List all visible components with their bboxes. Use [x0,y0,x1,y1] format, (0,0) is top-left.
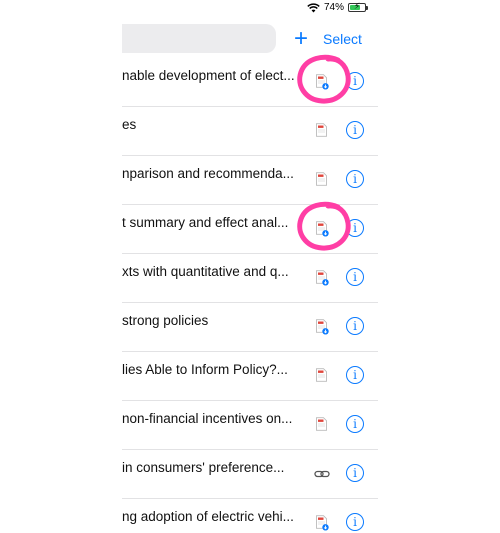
list-item[interactable]: non-financial incentives on... i [122,401,378,450]
pdf-cloud-download-icon [316,270,329,286]
info-button[interactable]: i [346,415,364,433]
pdf-cloud-download-icon [316,74,329,90]
info-button[interactable]: i [346,513,364,531]
page: 74% ⚡ + Select nable development of elec… [0,0,500,533]
document-title: non-financial incentives on... [122,411,293,426]
list-item[interactable]: lies Able to Inform Policy?... i [122,352,378,401]
document-title: ng adoption of electric vehi... [122,509,294,524]
list-item[interactable]: strong policies i [122,303,378,352]
info-button[interactable]: i [346,268,364,286]
document-title: nparison and recommenda... [122,166,294,181]
list-item[interactable]: nparison and recommenda... i [122,156,378,205]
list-item[interactable]: t summary and effect anal... i [122,201,378,254]
list-item[interactable]: in consumers' preference... i [122,450,378,499]
battery-icon: ⚡ [348,1,368,12]
info-button[interactable]: i [346,366,364,384]
list-item[interactable]: ng adoption of electric vehi... i [122,499,378,533]
add-button[interactable]: + [290,27,312,51]
search-bar[interactable] [122,24,276,53]
charging-bolt-icon: ⚡ [353,1,361,11]
info-button[interactable]: i [346,464,364,482]
list-item[interactable]: nable development of elect... i [122,54,378,107]
info-button[interactable]: i [346,72,364,90]
document-title: t summary and effect anal... [122,215,289,230]
info-button[interactable]: i [346,317,364,335]
status-bar: 74% ⚡ [122,0,378,18]
pdf-file-icon [316,417,327,431]
files-list-screen: 74% ⚡ + Select nable development of elec… [122,0,378,533]
pdf-file-icon [316,123,327,137]
info-button[interactable]: i [346,121,364,139]
wifi-icon [307,2,320,12]
document-title: in consumers' preference... [122,460,285,475]
info-button[interactable]: i [346,170,364,188]
document-title: es [122,117,137,132]
pdf-cloud-download-icon [316,515,329,531]
pdf-cloud-download-icon [316,319,329,335]
link-icon [314,470,330,478]
select-button[interactable]: Select [323,31,362,47]
info-button[interactable]: i [346,219,364,237]
status-right: 74% ⚡ [307,1,368,13]
pdf-cloud-download-icon [316,221,329,237]
document-title: nable development of elect... [122,68,295,83]
battery-percent: 74% [323,2,344,13]
document-title: lies Able to Inform Policy?... [122,362,288,377]
document-title: xts with quantitative and q... [122,264,289,279]
list-item[interactable]: es i [122,107,378,156]
list-item[interactable]: xts with quantitative and q... i [122,254,378,303]
pdf-file-icon [316,172,327,186]
document-title: strong policies [122,313,209,328]
pdf-file-icon [316,368,327,382]
